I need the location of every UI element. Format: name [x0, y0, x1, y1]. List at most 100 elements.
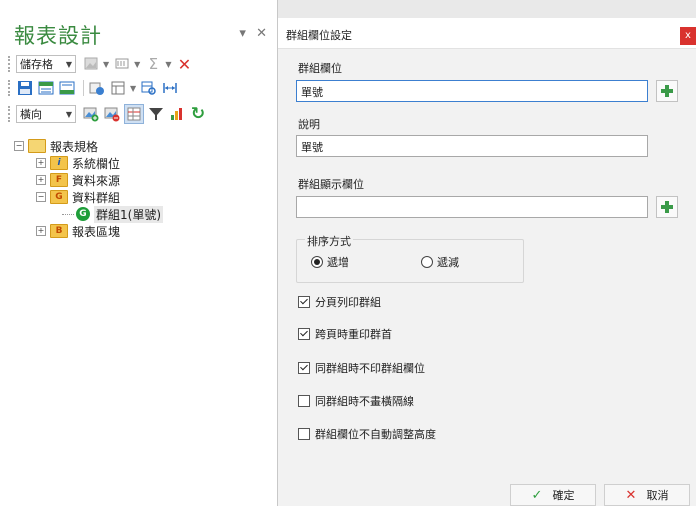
collapse-icon[interactable]: − [14, 141, 24, 151]
dialog-title: 群組欄位設定 [286, 29, 352, 42]
cancel-button-label: 取消 [646, 489, 669, 502]
collapse-icon[interactable]: − [36, 192, 46, 202]
expand-icon[interactable]: + [36, 158, 46, 168]
group-icon: G [76, 207, 90, 221]
toolbar-row-2: ▼ [8, 78, 182, 98]
checkbox-indicator [298, 395, 310, 407]
toolbar-row-1: 儲存格 ▼ ▼ ▼ Σ ▼ ✕ [8, 54, 196, 74]
cell-type-combo[interactable]: 儲存格 ▼ [16, 55, 76, 73]
chevron-down-icon[interactable]: ▼ [165, 60, 171, 69]
orientation-combo[interactable]: 橫向 ▼ [16, 105, 76, 123]
tree-node-label: 系統欄位 [72, 156, 121, 171]
toolbar-row-3: 橫向 ▼ ↻ [8, 104, 210, 124]
expand-icon[interactable]: + [36, 226, 46, 236]
display-field-label: 群組顯示欄位 [298, 178, 364, 191]
properties-icon[interactable] [88, 79, 106, 97]
checkbox-indicator [298, 428, 310, 440]
checkbox-indicator [298, 296, 310, 308]
save-icon[interactable] [16, 79, 34, 97]
radio-indicator [311, 256, 323, 268]
tree-node-data-source[interactable]: + F 資料來源 [36, 172, 120, 188]
checkbox-reprint-header[interactable]: 跨頁時重印群首 [298, 326, 392, 342]
add-display-field-button[interactable] [656, 196, 678, 218]
checkmark-icon: ✓ [531, 487, 543, 503]
sum-icon[interactable]: Σ [144, 55, 162, 73]
sort-order-group: 排序方式 遞增 遞減 [296, 233, 524, 283]
panel-title: 報表設計 [14, 24, 102, 48]
description-label: 說明 [298, 118, 320, 131]
header-section-icon[interactable] [37, 79, 55, 97]
group-field-input[interactable]: 單號 [296, 80, 648, 102]
tree-node-group-1[interactable]: G 群組1(單號) [62, 205, 163, 223]
dialog-titlebar[interactable]: 群組欄位設定 x [278, 18, 696, 49]
sort-ascending-radio[interactable]: 遞增 [311, 254, 349, 270]
chevron-down-icon[interactable]: ▼ [103, 60, 109, 69]
tree-node-label: 資料群組 [72, 190, 121, 205]
toolbar-separator [83, 80, 84, 96]
tree-node-root[interactable]: − 報表規格 [14, 138, 98, 154]
tree-connector [62, 213, 74, 215]
tree-node-data-group[interactable]: − G 資料群組 [36, 189, 120, 205]
tree-node-report-blocks[interactable]: + B 報表區塊 [36, 223, 120, 239]
layout-icon[interactable] [109, 79, 127, 97]
tree-node-label: 報表區塊 [72, 224, 121, 239]
toolbar-grip[interactable] [8, 106, 12, 122]
plus-icon [661, 85, 673, 97]
tree-node-system-fields[interactable]: + i 系統欄位 [36, 155, 120, 171]
add-image-icon[interactable] [82, 105, 100, 123]
checkbox-indicator [298, 328, 310, 340]
checkbox-indicator [298, 362, 310, 374]
cell-type-combo-value: 儲存格 [20, 58, 53, 71]
cancel-button[interactable]: ✕ 取消 [604, 484, 690, 506]
delete-icon[interactable]: ✕ [175, 55, 193, 74]
chevron-down-icon: ▼ [65, 59, 72, 69]
sort-order-title: 排序方式 [305, 233, 353, 249]
group-field-settings-dialog: 群組欄位設定 x 群組欄位 單號 說明 單號 群組顯示欄位 排序方式 遞增 遞減… [278, 18, 696, 506]
checkbox-label: 同群組時不畫橫隔線 [315, 395, 414, 408]
pin-dropdown-icon[interactable]: ▾ [239, 26, 246, 41]
insert-image-icon[interactable] [82, 55, 100, 73]
b-folder-icon: B [50, 224, 68, 238]
footer-section-icon[interactable] [58, 79, 76, 97]
chevron-down-icon[interactable]: ▼ [134, 60, 140, 69]
chevron-down-icon[interactable]: ▼ [130, 84, 136, 93]
dialog-close-button[interactable]: x [680, 27, 696, 45]
description-input[interactable]: 單號 [296, 135, 648, 157]
panel-close-icon[interactable]: ✕ [256, 26, 267, 41]
remove-image-icon[interactable] [103, 105, 121, 123]
checkbox-no-auto-height[interactable]: 群組欄位不自動調整高度 [298, 426, 436, 442]
ok-button[interactable]: ✓ 確定 [510, 484, 596, 506]
toolbar-grip[interactable] [8, 80, 12, 96]
sort-descending-label: 遞減 [437, 256, 459, 269]
add-group-field-button[interactable] [656, 80, 678, 102]
cross-icon: ✕ [625, 487, 637, 503]
data-table-icon[interactable] [124, 104, 144, 124]
barcode-icon[interactable] [113, 55, 131, 73]
refresh-icon[interactable]: ↻ [189, 104, 207, 124]
toolbar-grip[interactable] [8, 56, 12, 72]
expand-icon[interactable]: + [36, 175, 46, 185]
checkbox-label: 同群組時不印群組欄位 [315, 362, 425, 375]
grid-search-icon[interactable] [140, 79, 158, 97]
chevron-down-icon: ▼ [65, 109, 72, 119]
checkbox-label: 群組欄位不自動調整高度 [315, 428, 436, 441]
plus-icon [661, 201, 673, 213]
checkbox-no-horizontal-line[interactable]: 同群組時不畫橫隔線 [298, 393, 414, 409]
checkbox-label: 分頁列印群組 [315, 296, 381, 309]
checkbox-suppress-group-field[interactable]: 同群組時不印群組欄位 [298, 360, 425, 376]
panel-controls: ▾ ✕ [233, 26, 267, 41]
tree-node-label: 報表規格 [50, 139, 99, 154]
tree-node-label: 群組1(單號) [94, 205, 163, 223]
sort-descending-radio[interactable]: 遞減 [421, 254, 459, 270]
filter-icon[interactable] [147, 105, 165, 123]
bar-chart-icon[interactable] [168, 105, 186, 123]
info-folder-icon: i [50, 156, 68, 170]
ok-button-label: 確定 [552, 489, 575, 502]
g-folder-icon: G [50, 190, 68, 204]
display-field-input[interactable] [296, 196, 648, 218]
folder-icon [28, 139, 46, 153]
checkbox-page-print-group[interactable]: 分頁列印群組 [298, 294, 381, 310]
tree-node-label: 資料來源 [72, 173, 121, 188]
checkbox-label: 跨頁時重印群首 [315, 328, 392, 341]
fit-width-icon[interactable] [161, 79, 179, 97]
